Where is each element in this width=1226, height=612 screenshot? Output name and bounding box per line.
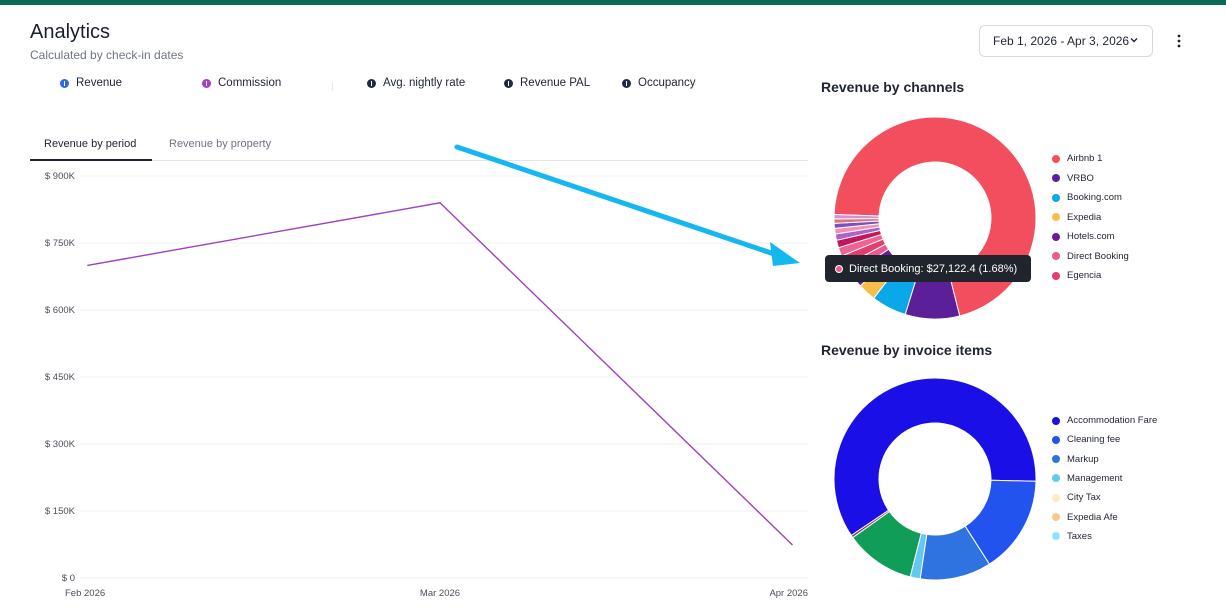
legend-label: Management bbox=[1067, 472, 1123, 484]
chart-tooltip: Direct Booking: $27,122.4 (1.68%) bbox=[825, 255, 1031, 282]
legend-swatch bbox=[1052, 232, 1060, 241]
y-tick-label: $ 0 bbox=[62, 573, 75, 584]
metric-revenue-pal[interactable]: Revenue PAL bbox=[504, 77, 590, 89]
legend-label: Direct Booking bbox=[1067, 250, 1129, 262]
y-tick-label: $ 600K bbox=[45, 305, 76, 316]
y-tick-label: $ 450K bbox=[45, 372, 76, 383]
data-point bbox=[87, 264, 89, 267]
info-icon bbox=[60, 78, 69, 88]
tooltip-color-dot bbox=[835, 264, 843, 273]
revenue-by-invoice-items-chart bbox=[833, 377, 1037, 581]
legend-item[interactable]: Cleaning fee bbox=[1052, 434, 1120, 445]
tab-revenue-by-property[interactable]: Revenue by property bbox=[169, 138, 271, 150]
x-tick-label: Mar 2026 bbox=[420, 588, 460, 599]
y-tick-label: $ 300K bbox=[45, 439, 76, 450]
legend-item[interactable]: Expedia Afe bbox=[1052, 512, 1118, 523]
legend-item[interactable]: Airbnb 1 bbox=[1052, 153, 1102, 164]
legend-swatch bbox=[1052, 435, 1060, 444]
legend-item[interactable]: Egencia bbox=[1052, 270, 1101, 281]
legend-item[interactable]: Taxes bbox=[1052, 531, 1092, 542]
metric-avg-nightly-rate[interactable]: Avg. nightly rate bbox=[367, 77, 465, 89]
legend-swatch bbox=[1052, 416, 1060, 425]
channels-title: Revenue by channels bbox=[821, 79, 965, 95]
divider bbox=[332, 82, 333, 90]
legend-item[interactable]: Booking.com bbox=[1052, 192, 1122, 203]
info-icon bbox=[504, 78, 513, 88]
legend-swatch bbox=[1052, 532, 1060, 541]
legend-swatch bbox=[1052, 271, 1060, 280]
legend-label: Expedia Afe bbox=[1067, 511, 1118, 523]
metric-revenue[interactable]: Revenue bbox=[60, 77, 122, 89]
more-options-icon[interactable] bbox=[1170, 32, 1188, 50]
info-icon bbox=[367, 78, 376, 88]
page-title: Analytics bbox=[30, 21, 111, 43]
info-icon bbox=[622, 78, 631, 88]
legend-swatch bbox=[1052, 455, 1060, 464]
date-range-label: Feb 1, 2026 - Apr 3, 2026 bbox=[993, 34, 1130, 48]
data-point bbox=[791, 543, 793, 546]
y-tick-label: $ 150K bbox=[45, 506, 76, 517]
revenue-by-channels-chart bbox=[833, 116, 1037, 320]
metric-commission[interactable]: Commission bbox=[202, 77, 281, 89]
legend-label: VRBO bbox=[1067, 172, 1094, 184]
legend-swatch bbox=[1052, 474, 1060, 483]
legend-label: City Tax bbox=[1067, 492, 1101, 504]
y-tick-label: $ 900K bbox=[45, 171, 76, 182]
chevron-down-icon bbox=[1130, 38, 1138, 43]
legend-swatch bbox=[1052, 213, 1060, 221]
legend-swatch bbox=[1052, 493, 1060, 502]
legend-item[interactable]: VRBO bbox=[1052, 173, 1094, 184]
info-icon bbox=[202, 78, 211, 88]
legend-swatch bbox=[1052, 252, 1060, 260]
legend-swatch bbox=[1052, 513, 1060, 521]
tab-revenue-by-period[interactable]: Revenue by period bbox=[44, 138, 136, 150]
legend-item[interactable]: Accommodation Fare bbox=[1052, 415, 1157, 426]
legend-label: Booking.com bbox=[1067, 192, 1122, 203]
legend-label: Airbnb 1 bbox=[1067, 153, 1103, 164]
invoice-title: Revenue by invoice items bbox=[821, 342, 993, 358]
legend-label: Expedia bbox=[1067, 211, 1102, 223]
date-range-picker[interactable]: Feb 1, 2026 - Apr 3, 2026 bbox=[979, 25, 1153, 57]
legend-label: Cleaning fee bbox=[1067, 434, 1121, 446]
legend-item[interactable]: Direct Booking bbox=[1052, 251, 1129, 262]
legend-item[interactable]: City Tax bbox=[1052, 492, 1101, 503]
annotation-arrow bbox=[454, 144, 800, 266]
top-accent-bar bbox=[0, 0, 1226, 5]
legend-item[interactable]: Management bbox=[1052, 473, 1122, 484]
legend-swatch bbox=[1052, 154, 1060, 163]
metric-occupancy[interactable]: Occupancy bbox=[622, 77, 696, 89]
legend-label: Taxes bbox=[1067, 530, 1092, 542]
data-point bbox=[439, 202, 441, 204]
legend-swatch bbox=[1052, 193, 1060, 202]
page-subtitle: Calculated by check-in dates bbox=[30, 48, 184, 62]
legend-item[interactable]: Hotels.com bbox=[1052, 231, 1115, 242]
legend-label: Egencia bbox=[1067, 270, 1102, 281]
legend-item[interactable]: Markup bbox=[1052, 454, 1099, 465]
x-tick-label: Feb 2026 bbox=[65, 588, 105, 599]
y-tick-label: $ 750K bbox=[45, 238, 76, 249]
legend-label: Hotels.com bbox=[1067, 231, 1115, 242]
legend-label: Accommodation Fare bbox=[1067, 415, 1158, 426]
legend-swatch bbox=[1052, 174, 1060, 182]
x-tick-label: Apr 2026 bbox=[769, 588, 808, 599]
legend-label: Markup bbox=[1067, 453, 1099, 465]
legend-item[interactable]: Expedia bbox=[1052, 212, 1101, 223]
